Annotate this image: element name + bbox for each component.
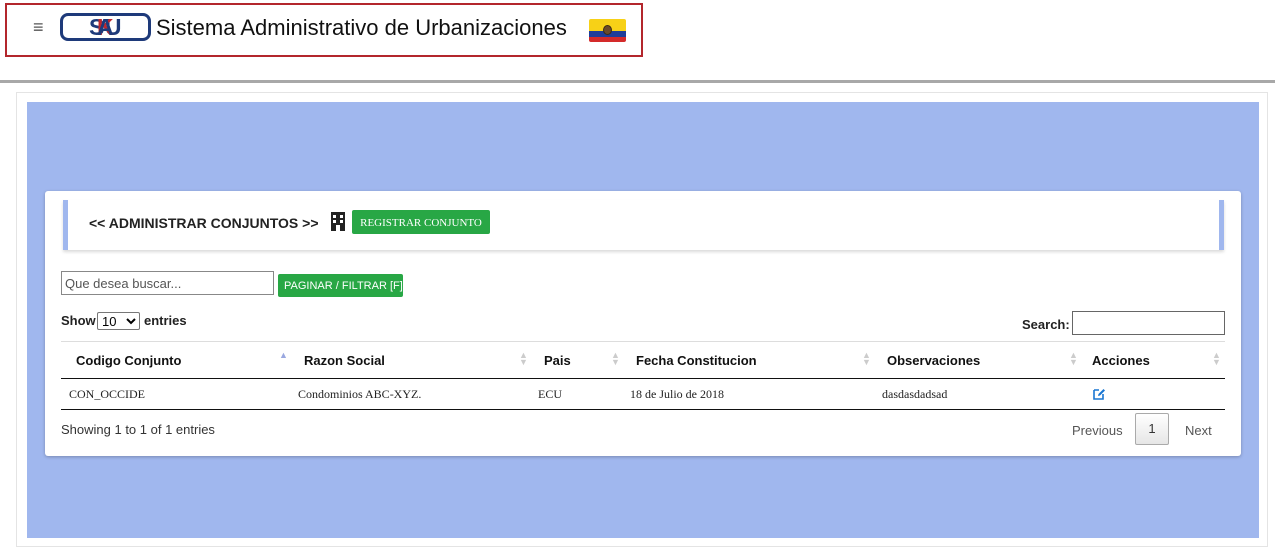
paginate-filter-button[interactable]: PAGINAR / FILTRAR [F] <box>278 274 403 297</box>
column-label: Codigo Conjunto <box>76 353 182 368</box>
logo-text-a: A <box>96 14 115 40</box>
show-label: Show <box>61 313 96 328</box>
pagination-page-1[interactable]: 1 <box>1135 413 1169 445</box>
edit-icon[interactable] <box>1092 387 1106 401</box>
register-conjunto-button[interactable]: REGISTRAR CONJUNTO <box>352 210 490 234</box>
column-label: Razon Social <box>304 353 385 368</box>
cell-value: 18 de Julio de 2018 <box>630 387 724 401</box>
pagination-next[interactable]: Next <box>1185 423 1212 438</box>
table-header-row: Codigo Conjunto ▲ Razon Social ▲ ▼ Pais ▲… <box>61 341 1225 379</box>
cell-codigo: CON_OCCIDE <box>61 378 290 410</box>
conjuntos-table: Codigo Conjunto ▲ Razon Social ▲ ▼ Pais ▲… <box>61 341 1225 410</box>
column-label: Acciones <box>1092 353 1150 368</box>
card-header: << ADMINISTRAR CONJUNTOS >> REGISTRAR CO… <box>63 200 1224 250</box>
column-header-observaciones[interactable]: Observaciones ▲ ▼ <box>874 341 1080 379</box>
hamburger-menu-icon[interactable]: ≡ <box>33 18 44 36</box>
column-header-acciones[interactable]: Acciones ▲ ▼ <box>1080 341 1225 379</box>
sort-icon: ▲ ▼ <box>519 350 528 367</box>
cell-value: Condominios ABC-XYZ. <box>298 387 422 401</box>
cell-value: dasdasdadsad <box>882 387 948 401</box>
sort-icon: ▲ ▼ <box>862 350 871 367</box>
column-header-codigo[interactable]: Codigo Conjunto ▲ <box>61 341 290 379</box>
ecuador-flag-icon <box>589 19 626 42</box>
sort-icon: ▲ ▼ <box>1069 350 1078 367</box>
cell-razon: Condominios ABC-XYZ. <box>290 378 530 410</box>
column-label: Pais <box>544 353 571 368</box>
column-label: Fecha Constitucion <box>636 353 757 368</box>
column-header-pais[interactable]: Pais ▲ ▼ <box>530 341 622 379</box>
cell-value: ECU <box>538 387 562 401</box>
cell-fecha: 18 de Julio de 2018 <box>622 378 874 410</box>
top-navbar: ≡ SU K A Sistema Administrativo de Urbaniz… <box>0 0 1275 83</box>
sort-icon: ▲ ▼ <box>611 350 620 367</box>
table-info: Showing 1 to 1 of 1 entries <box>61 422 215 437</box>
cell-pais: ECU <box>530 378 622 410</box>
sort-icon: ▲ ▼ <box>1212 350 1221 367</box>
cell-observaciones: dasdasdadsad <box>874 378 1080 410</box>
pagination-previous[interactable]: Previous <box>1072 423 1123 438</box>
app-title: Sistema Administrativo de Urbanizaciones <box>156 15 567 40</box>
suka-logo: SU K A <box>60 13 151 41</box>
conjuntos-card: << ADMINISTRAR CONJUNTOS >> REGISTRAR CO… <box>45 191 1241 456</box>
entries-label: entries <box>144 313 187 328</box>
building-icon <box>331 212 345 231</box>
table-search-input[interactable] <box>1072 311 1225 335</box>
column-header-razon[interactable]: Razon Social ▲ ▼ <box>290 341 530 379</box>
sort-asc-icon: ▲ <box>279 350 288 360</box>
column-header-fecha[interactable]: Fecha Constitucion ▲ ▼ <box>622 341 874 379</box>
column-label: Observaciones <box>887 353 981 368</box>
page-length-select[interactable]: 10 <box>97 312 140 330</box>
table-row: CON_OCCIDE Condominios ABC-XYZ. ECU 18 d… <box>61 378 1225 410</box>
cell-value: CON_OCCIDE <box>69 387 146 401</box>
page-title: << ADMINISTRAR CONJUNTOS >> <box>89 215 319 231</box>
cell-acciones <box>1080 378 1225 410</box>
search-input[interactable] <box>61 271 274 295</box>
table-search-label: Search: <box>1022 317 1070 332</box>
